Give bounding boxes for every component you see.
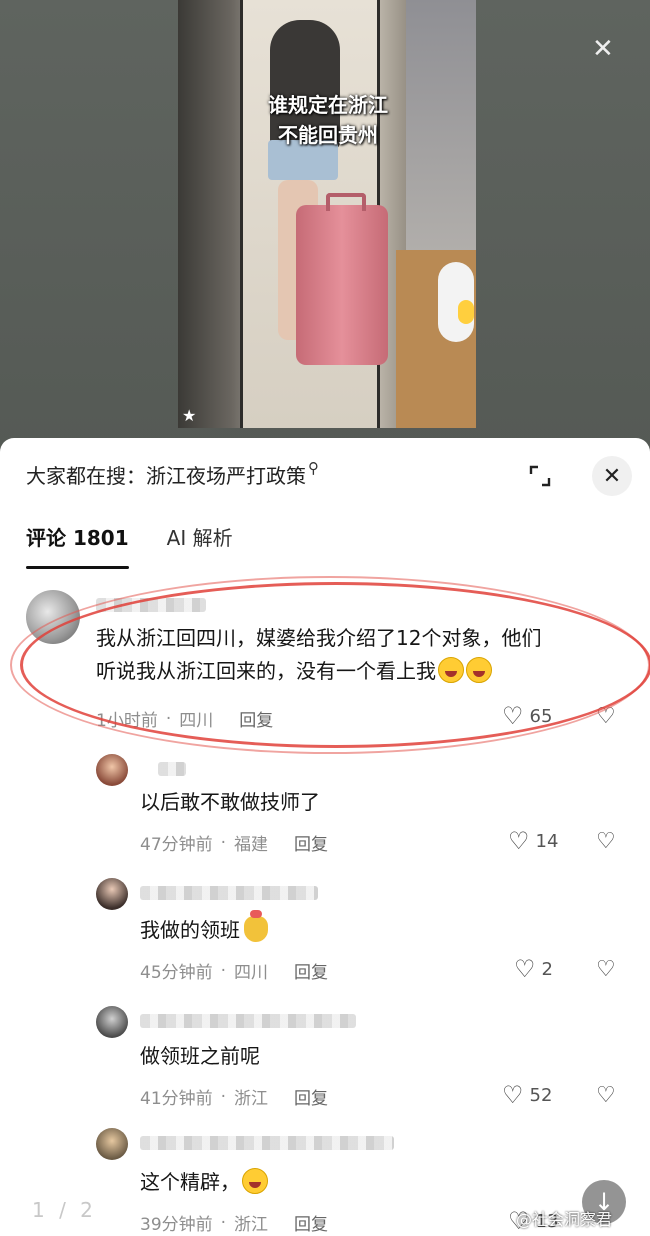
comment-meta: 39分钟前 · 浙江 回复	[140, 1210, 328, 1236]
avatar[interactable]	[96, 1006, 128, 1038]
video-fan-logo	[458, 300, 474, 324]
comment-location: 浙江	[234, 1215, 269, 1235]
comment-location: 福建	[234, 835, 269, 855]
close-button[interactable]: ✕	[592, 456, 632, 496]
comment-text: 做领班之前呢	[140, 1044, 260, 1068]
comment-tabs: 评论 1801 AI 解析	[26, 522, 233, 569]
broken-heart-icon[interactable]: ♡	[596, 1083, 616, 1108]
comment-meta: 41分钟前 · 浙江 回复	[140, 1084, 328, 1110]
separator-dot: ·	[220, 832, 227, 853]
broken-heart-icon[interactable]: ♡	[596, 957, 616, 982]
watermark: @社会洞察君	[516, 1210, 613, 1229]
comment-text: 这个精辟，	[140, 1166, 268, 1199]
reply-button[interactable]: 回复	[294, 830, 328, 855]
tab-comments[interactable]: 评论 1801	[26, 522, 129, 569]
avatar[interactable]	[96, 878, 128, 910]
comment-text: 以后敢不敢做技师了	[140, 790, 320, 814]
like-count: 52	[529, 1084, 553, 1106]
highlight-annotation	[20, 582, 650, 748]
expand-icon	[529, 465, 551, 487]
search-icon: ⚲	[308, 459, 319, 477]
comment-time: 47分钟前	[140, 835, 213, 855]
broken-heart-icon[interactable]: ♡	[596, 829, 616, 854]
laugh-cry-emoji-icon	[242, 1168, 268, 1194]
video-caption-line1: 谁规定在浙江	[268, 93, 388, 117]
expand-button[interactable]	[520, 456, 560, 496]
tab-ai-analysis[interactable]: AI 解析	[167, 522, 233, 551]
heart-icon: ♡	[502, 1081, 524, 1109]
money-bag-emoji-icon	[244, 910, 268, 942]
username-blurred[interactable]	[158, 762, 186, 776]
comment-meta: 47分钟前 · 福建 回复	[140, 830, 328, 856]
like-button[interactable]: ♡ 14	[508, 829, 558, 853]
reply-button[interactable]: 回复	[294, 1084, 328, 1109]
video-suitcase	[296, 193, 388, 365]
comment-meta: 45分钟前 · 四川 回复	[140, 958, 328, 984]
star-icon: ★	[182, 406, 197, 425]
avatar[interactable]	[96, 1128, 128, 1160]
heart-icon: ♡	[508, 827, 530, 855]
page-indicator: 1 / 2	[32, 1198, 97, 1222]
separator-dot: ·	[220, 1086, 227, 1107]
heart-icon: ♡	[514, 955, 536, 983]
comment-time: 39分钟前	[140, 1215, 213, 1235]
comment-text-content: 这个精辟，	[140, 1170, 240, 1194]
like-button[interactable]: ♡ 2	[514, 957, 553, 981]
comment-text: 我做的领班	[140, 910, 268, 947]
reply-button[interactable]: 回复	[294, 958, 328, 983]
username-blurred[interactable]	[140, 1136, 394, 1150]
comment-time: 45分钟前	[140, 963, 213, 983]
search-suggestion-text: 大家都在搜：浙江夜场严打政策	[26, 463, 306, 488]
separator-dot: ·	[220, 1212, 227, 1233]
like-count: 14	[535, 830, 559, 852]
avatar[interactable]	[96, 754, 128, 786]
username-blurred[interactable]	[140, 1014, 356, 1028]
comment-location: 四川	[234, 963, 269, 983]
close-icon[interactable]: ✕	[592, 34, 614, 64]
video-caption-line2: 不能回贵州	[278, 123, 378, 147]
comment-location: 浙江	[234, 1089, 269, 1109]
search-suggestion[interactable]: 大家都在搜：浙江夜场严打政策 ⚲	[26, 458, 319, 490]
close-icon: ✕	[602, 463, 622, 489]
video-player[interactable]: 谁规定在浙江 不能回贵州 ★	[178, 0, 476, 428]
username-blurred[interactable]	[140, 886, 318, 900]
separator-dot: ·	[220, 960, 227, 981]
comment-time: 41分钟前	[140, 1089, 213, 1109]
comment-text-content: 我做的领班	[140, 918, 240, 942]
like-button[interactable]: ♡ 52	[502, 1083, 552, 1107]
reply-button[interactable]: 回复	[294, 1210, 328, 1235]
like-count: 2	[541, 958, 553, 980]
video-caption: 谁规定在浙江 不能回贵州	[248, 90, 408, 150]
